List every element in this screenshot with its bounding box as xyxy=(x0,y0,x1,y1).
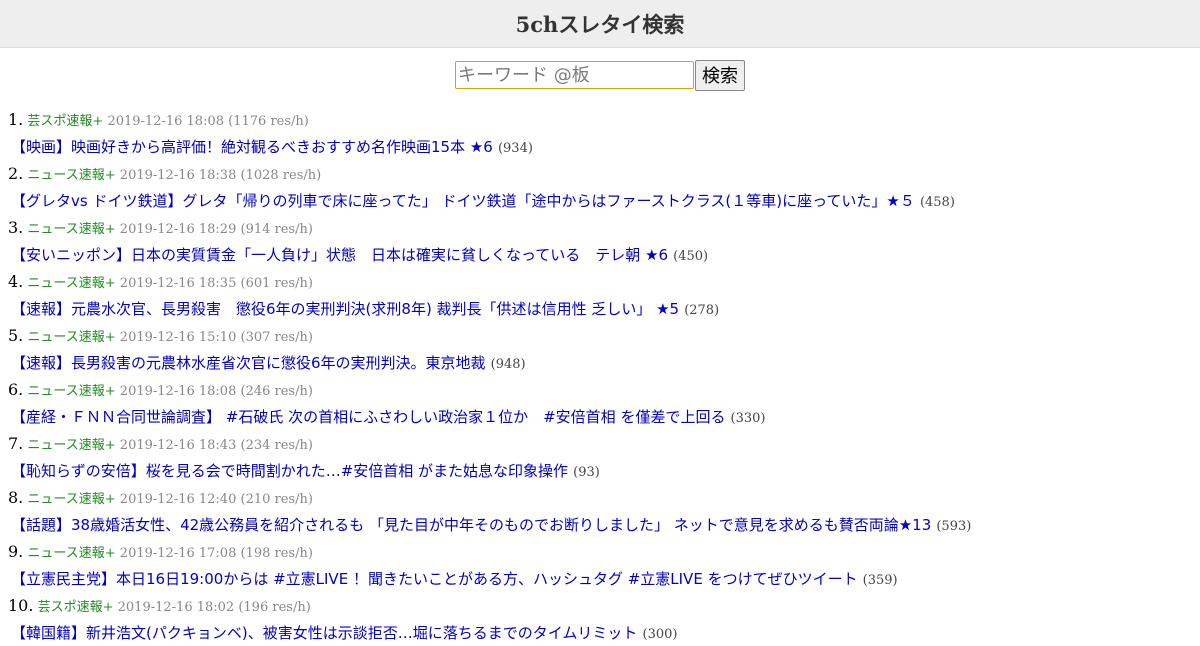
thread-title-row: 【速報】元農水次官、長男殺害 懲役6年の実刑判決(求刑8年) 裁判長「供述は信用… xyxy=(0,295,1200,322)
site-header: 5chスレタイ検索 xyxy=(0,0,1200,48)
response-count: (458) xyxy=(919,195,955,210)
rank-number: 2. xyxy=(8,164,24,183)
board-link[interactable]: ニュース速報+ xyxy=(27,546,115,561)
thread-speed: (210 res/h) xyxy=(240,492,313,507)
list-item: 10. 芸スポ速報+ 2019-12-16 18:02 (196 res/h) … xyxy=(0,592,1200,646)
thread-meta: 1. 芸スポ速報+ 2019-12-16 18:08 (1176 res/h) xyxy=(0,106,1200,133)
thread-meta: 6. ニュース速報+ 2019-12-16 18:08 (246 res/h) xyxy=(0,376,1200,403)
response-count: (93) xyxy=(573,465,600,480)
thread-speed: (1176 res/h) xyxy=(228,114,309,129)
list-item: 6. ニュース速報+ 2019-12-16 18:08 (246 res/h) … xyxy=(0,376,1200,430)
list-item: 7. ニュース速報+ 2019-12-16 18:43 (234 res/h) … xyxy=(0,430,1200,484)
board-link[interactable]: ニュース速報+ xyxy=(27,492,115,507)
thread-datetime: 2019-12-16 18:35 xyxy=(119,276,237,291)
thread-title-row: 【速報】長男殺害の元農林水産省次官に懲役6年の実刑判決。東京地裁 (948) xyxy=(0,349,1200,376)
thread-meta: 5. ニュース速報+ 2019-12-16 15:10 (307 res/h) xyxy=(0,322,1200,349)
thread-datetime: 2019-12-16 18:02 xyxy=(117,600,235,615)
thread-speed: (196 res/h) xyxy=(238,600,311,615)
list-item: 5. ニュース速報+ 2019-12-16 15:10 (307 res/h) … xyxy=(0,322,1200,376)
thread-datetime: 2019-12-16 18:38 xyxy=(119,168,237,183)
list-item: 2. ニュース速報+ 2019-12-16 18:38 (1028 res/h)… xyxy=(0,160,1200,214)
rank-number: 1. xyxy=(8,110,24,129)
thread-title-link[interactable]: 【速報】元農水次官、長男殺害 懲役6年の実刑判決(求刑8年) 裁判長「供述は信用… xyxy=(11,300,679,318)
thread-speed: (914 res/h) xyxy=(240,222,313,237)
thread-meta: 2. ニュース速報+ 2019-12-16 18:38 (1028 res/h) xyxy=(0,160,1200,187)
thread-datetime: 2019-12-16 18:29 xyxy=(119,222,237,237)
board-link[interactable]: ニュース速報+ xyxy=(27,384,115,399)
thread-title-row: 【恥知らずの安倍】桜を見る会で時間割かれた…#安倍首相 がまた姑息な印象操作 (… xyxy=(0,457,1200,484)
board-link[interactable]: ニュース速報+ xyxy=(27,438,115,453)
thread-meta: 3. ニュース速報+ 2019-12-16 18:29 (914 res/h) xyxy=(0,214,1200,241)
thread-title-row: 【立憲民主党】本日16日19:00からは #立憲LIVE ！聞きたいことがある方… xyxy=(0,565,1200,592)
thread-title-link[interactable]: 【韓国籍】新井浩文(パクキョンベ)、被害女性は示談拒否…堀に落ちるまでのタイムリ… xyxy=(11,624,637,642)
list-item: 9. ニュース速報+ 2019-12-16 17:08 (198 res/h) … xyxy=(0,538,1200,592)
rank-number: 10. xyxy=(8,596,34,615)
rank-number: 9. xyxy=(8,542,24,561)
rank-number: 6. xyxy=(8,380,24,399)
thread-title-row: 【産経・ＦＮＮ合同世論調査】 #石破氏 次の首相にふさわしい政治家１位か #安倍… xyxy=(0,403,1200,430)
thread-speed: (246 res/h) xyxy=(240,384,313,399)
thread-datetime: 2019-12-16 18:43 xyxy=(119,438,237,453)
search-input[interactable] xyxy=(455,61,694,89)
thread-speed: (234 res/h) xyxy=(240,438,313,453)
thread-title-row: 【映画】映画好きから高評価！絶対観るべきおすすめ名作映画15本 ★6 (934) xyxy=(0,133,1200,160)
thread-title-link[interactable]: 【産経・ＦＮＮ合同世論調査】 #石破氏 次の首相にふさわしい政治家１位か #安倍… xyxy=(11,408,725,426)
thread-speed: (1028 res/h) xyxy=(240,168,322,183)
thread-datetime: 2019-12-16 18:08 xyxy=(107,114,225,129)
board-link[interactable]: ニュース速報+ xyxy=(27,276,115,291)
thread-speed: (601 res/h) xyxy=(240,276,313,291)
thread-datetime: 2019-12-16 17:08 xyxy=(119,546,237,561)
search-form: 検索 xyxy=(0,59,1200,91)
thread-title-row: 【韓国籍】新井浩文(パクキョンベ)、被害女性は示談拒否…堀に落ちるまでのタイムリ… xyxy=(0,619,1200,646)
thread-title-row: 【話題】38歳婚活女性、42歳公務員を紹介されるも 「見た目が中年そのものでお断… xyxy=(0,511,1200,538)
rank-number: 8. xyxy=(8,488,24,507)
rank-number: 5. xyxy=(8,326,24,345)
thread-title-link[interactable]: 【恥知らずの安倍】桜を見る会で時間割かれた…#安倍首相 がまた姑息な印象操作 xyxy=(11,462,568,480)
thread-datetime: 2019-12-16 18:08 xyxy=(119,384,237,399)
thread-title-link[interactable]: 【グレタvs ドイツ鉄道】グレタ「帰りの列車で床に座ってた」 ドイツ鉄道「途中か… xyxy=(11,192,915,210)
response-count: (450) xyxy=(673,249,709,264)
list-item: 1. 芸スポ速報+ 2019-12-16 18:08 (1176 res/h) … xyxy=(0,106,1200,160)
thread-meta: 8. ニュース速報+ 2019-12-16 12:40 (210 res/h) xyxy=(0,484,1200,511)
thread-speed: (307 res/h) xyxy=(240,330,313,345)
board-link[interactable]: 芸スポ速報+ xyxy=(38,600,114,615)
thread-meta: 9. ニュース速報+ 2019-12-16 17:08 (198 res/h) xyxy=(0,538,1200,565)
thread-datetime: 2019-12-16 15:10 xyxy=(119,330,237,345)
response-count: (330) xyxy=(730,411,766,426)
response-count: (593) xyxy=(936,519,972,534)
response-count: (278) xyxy=(684,303,720,318)
thread-title-link[interactable]: 【映画】映画好きから高評価！絶対観るべきおすすめ名作映画15本 ★6 xyxy=(11,138,493,156)
thread-title-link[interactable]: 【立憲民主党】本日16日19:00からは #立憲LIVE ！聞きたいことがある方… xyxy=(11,570,858,588)
list-item: 8. ニュース速報+ 2019-12-16 12:40 (210 res/h) … xyxy=(0,484,1200,538)
thread-title-link[interactable]: 【安いニッポン】日本の実質賃金「一人負け」状態 日本は確実に貧しくなっている テ… xyxy=(11,246,668,264)
thread-meta: 10. 芸スポ速報+ 2019-12-16 18:02 (196 res/h) xyxy=(0,592,1200,619)
board-link[interactable]: ニュース速報+ xyxy=(27,330,115,345)
thread-title-link[interactable]: 【話題】38歳婚活女性、42歳公務員を紹介されるも 「見た目が中年そのものでお断… xyxy=(11,516,931,534)
thread-meta: 4. ニュース速報+ 2019-12-16 18:35 (601 res/h) xyxy=(0,268,1200,295)
search-button[interactable]: 検索 xyxy=(695,59,745,91)
board-link[interactable]: ニュース速報+ xyxy=(27,222,115,237)
rank-number: 7. xyxy=(8,434,24,453)
thread-datetime: 2019-12-16 12:40 xyxy=(119,492,237,507)
thread-speed: (198 res/h) xyxy=(240,546,313,561)
response-count: (934) xyxy=(497,141,533,156)
rank-number: 4. xyxy=(8,272,24,291)
response-count: (948) xyxy=(490,357,526,372)
thread-title-row: 【安いニッポン】日本の実質賃金「一人負け」状態 日本は確実に貧しくなっている テ… xyxy=(0,241,1200,268)
thread-list: 1. 芸スポ速報+ 2019-12-16 18:08 (1176 res/h) … xyxy=(0,106,1200,646)
thread-meta: 7. ニュース速報+ 2019-12-16 18:43 (234 res/h) xyxy=(0,430,1200,457)
thread-title-row: 【グレタvs ドイツ鉄道】グレタ「帰りの列車で床に座ってた」 ドイツ鉄道「途中か… xyxy=(0,187,1200,214)
list-item: 3. ニュース速報+ 2019-12-16 18:29 (914 res/h) … xyxy=(0,214,1200,268)
response-count: (300) xyxy=(642,627,678,642)
rank-number: 3. xyxy=(8,218,24,237)
response-count: (359) xyxy=(862,573,898,588)
thread-title-link[interactable]: 【速報】長男殺害の元農林水産省次官に懲役6年の実刑判決。東京地裁 xyxy=(11,354,486,372)
board-link[interactable]: ニュース速報+ xyxy=(27,168,115,183)
list-item: 4. ニュース速報+ 2019-12-16 18:35 (601 res/h) … xyxy=(0,268,1200,322)
site-title: 5chスレタイ検索 xyxy=(515,11,685,37)
board-link[interactable]: 芸スポ速報+ xyxy=(27,114,103,129)
